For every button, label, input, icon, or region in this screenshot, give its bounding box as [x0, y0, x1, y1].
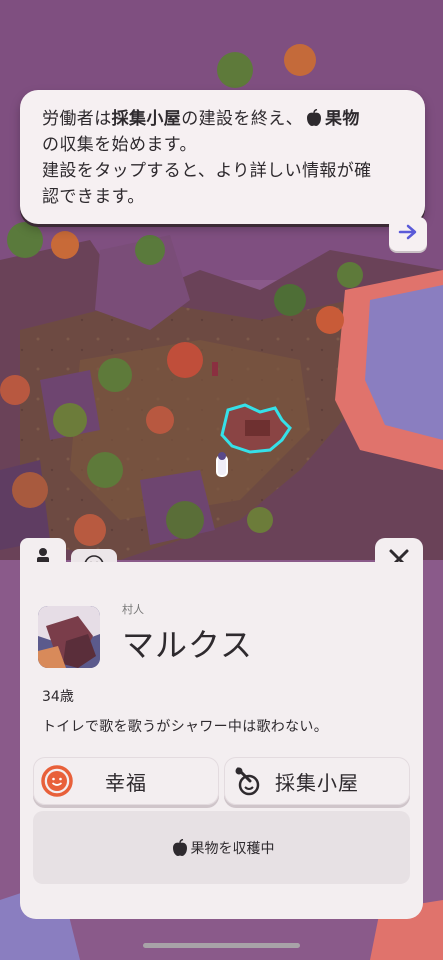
arrow-right-icon: [398, 224, 418, 244]
happiness-label: 幸福: [105, 770, 147, 795]
tooltip-text-part: 労働者は: [42, 109, 112, 129]
activity-status-text: 果物を収穫中: [190, 840, 275, 857]
fruit-icon: [171, 838, 189, 857]
tooltip-next-button[interactable]: [389, 217, 427, 251]
tooltip-text-part: 認できます。: [42, 187, 145, 207]
villager-age: 34歳: [42, 689, 74, 705]
happiness-button[interactable]: 幸福: [33, 757, 219, 805]
tooltip-text-part: 建設をタップすると、より詳しい情報が確: [42, 161, 372, 181]
workplace-label: 採集小屋: [275, 770, 359, 795]
villager-role: 村人: [122, 603, 144, 616]
tooltip-building-name: 採集小屋: [111, 109, 182, 129]
tutorial-tooltip: 労働者は採集小屋の建設を終え、 果物 の収集を始めます。 建設をタップすると、より…: [20, 90, 425, 224]
home-indicator[interactable]: [143, 943, 300, 948]
activity-status: 果物を収穫中: [33, 811, 410, 884]
tooltip-text: 労働者は採集小屋の建設を終え、 果物 の収集を始めます。 建設をタップすると、より…: [42, 106, 412, 210]
tooltip-resource-name: 果物: [325, 109, 360, 129]
fruit-icon: [305, 108, 323, 127]
villager-name: マルクス: [122, 626, 254, 664]
tooltip-text-part: の収集を始めます。: [42, 135, 197, 155]
tooltip-text-part: の建設を終え、: [181, 109, 304, 129]
villager-portrait: [38, 606, 100, 668]
workplace-button[interactable]: 採集小屋: [224, 757, 410, 805]
villager-description: トイレで歌を歌うがシャワー中は歌わない。: [42, 719, 328, 735]
